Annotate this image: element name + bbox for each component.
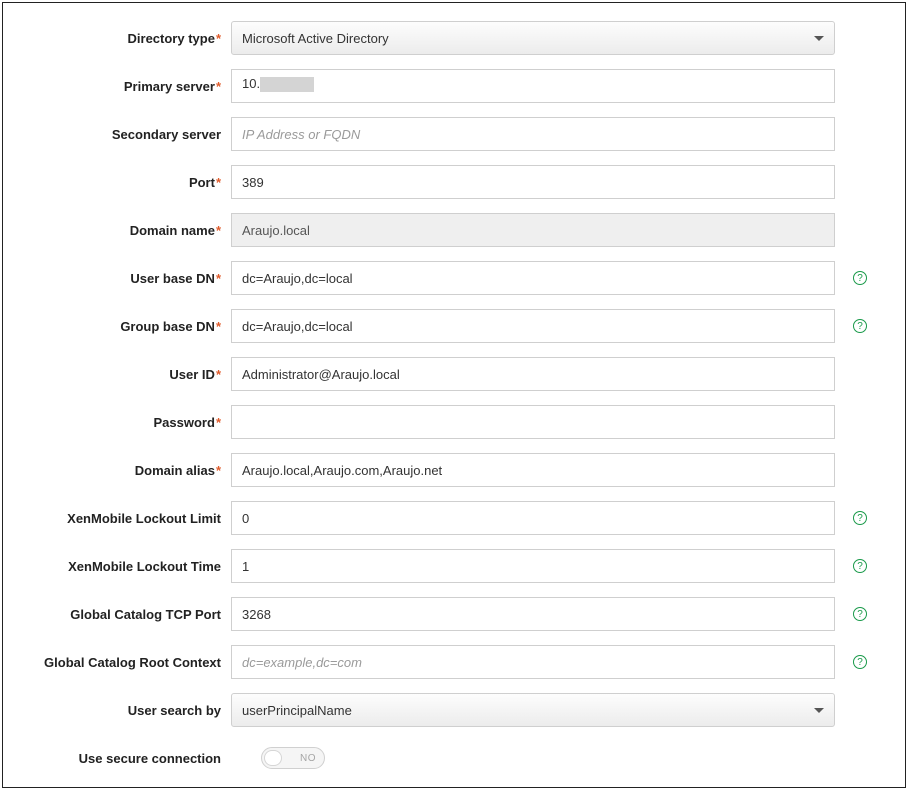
label-user-base-dn: User base DN* [23, 271, 231, 286]
help-icon[interactable]: ? [853, 271, 867, 285]
primary-server-prefix: 10. [242, 76, 260, 91]
label-text: Secondary server [112, 127, 221, 142]
use-secure-toggle[interactable]: NO [261, 747, 325, 769]
label-text: User ID [169, 367, 215, 382]
row-lockout-time: XenMobile Lockout Time ? [23, 549, 885, 583]
required-marker: * [216, 271, 221, 286]
toggle-knob [264, 750, 282, 766]
required-marker: * [216, 79, 221, 94]
ldap-settings-form: Directory type* Microsoft Active Directo… [2, 2, 906, 788]
label-gc-root-context: Global Catalog Root Context [23, 655, 231, 670]
port-input[interactable] [231, 165, 835, 199]
domain-alias-input[interactable] [231, 453, 835, 487]
label-user-search-by: User search by [23, 703, 231, 718]
row-password: Password* [23, 405, 885, 439]
row-secondary-server: Secondary server [23, 117, 885, 151]
label-directory-type: Directory type* [23, 31, 231, 46]
row-user-search-by: User search by userPrincipalName [23, 693, 885, 727]
chevron-down-icon [814, 36, 824, 41]
help-icon[interactable]: ? [853, 559, 867, 573]
label-text: Primary server [124, 79, 215, 94]
row-lockout-limit: XenMobile Lockout Limit ? [23, 501, 885, 535]
required-marker: * [216, 367, 221, 382]
label-domain-alias: Domain alias* [23, 463, 231, 478]
help-icon[interactable]: ? [853, 607, 867, 621]
label-primary-server: Primary server* [23, 79, 231, 94]
required-marker: * [216, 319, 221, 334]
required-marker: * [216, 223, 221, 238]
label-text: User base DN [130, 271, 215, 286]
required-marker: * [216, 31, 221, 46]
label-text: Directory type [128, 31, 215, 46]
label-text: Domain name [130, 223, 215, 238]
label-secondary-server: Secondary server [23, 127, 231, 142]
password-input[interactable] [231, 405, 835, 439]
lockout-limit-input[interactable] [231, 501, 835, 535]
select-value: userPrincipalName [242, 703, 352, 718]
label-text: Port [189, 175, 215, 190]
label-text: Global Catalog TCP Port [70, 607, 221, 622]
directory-type-select[interactable]: Microsoft Active Directory [231, 21, 835, 55]
row-domain-name: Domain name* [23, 213, 885, 247]
row-port: Port* [23, 165, 885, 199]
label-password: Password* [23, 415, 231, 430]
group-base-dn-input[interactable] [231, 309, 835, 343]
row-directory-type: Directory type* Microsoft Active Directo… [23, 21, 885, 55]
required-marker: * [216, 175, 221, 190]
label-text: Domain alias [135, 463, 215, 478]
label-text: Group base DN [120, 319, 215, 334]
row-gc-tcp-port: Global Catalog TCP Port ? [23, 597, 885, 631]
chevron-down-icon [814, 708, 824, 713]
required-marker: * [216, 415, 221, 430]
label-text: XenMobile Lockout Limit [67, 511, 221, 526]
user-search-by-select[interactable]: userPrincipalName [231, 693, 835, 727]
help-icon[interactable]: ? [853, 319, 867, 333]
row-use-secure: Use secure connection NO [23, 741, 885, 775]
label-use-secure: Use secure connection [23, 751, 231, 766]
row-user-base-dn: User base DN* ? [23, 261, 885, 295]
label-port: Port* [23, 175, 231, 190]
label-text: Password [154, 415, 215, 430]
label-user-id: User ID* [23, 367, 231, 382]
secondary-server-input[interactable] [231, 117, 835, 151]
row-gc-root-context: Global Catalog Root Context ? [23, 645, 885, 679]
label-group-base-dn: Group base DN* [23, 319, 231, 334]
lockout-time-input[interactable] [231, 549, 835, 583]
label-text: Use secure connection [79, 751, 221, 766]
label-domain-name: Domain name* [23, 223, 231, 238]
user-base-dn-input[interactable] [231, 261, 835, 295]
help-icon[interactable]: ? [853, 511, 867, 525]
row-primary-server: Primary server* 10. [23, 69, 885, 103]
row-domain-alias: Domain alias* [23, 453, 885, 487]
redacted-block [260, 77, 314, 92]
select-value: Microsoft Active Directory [242, 31, 389, 46]
label-gc-tcp-port: Global Catalog TCP Port [23, 607, 231, 622]
label-text: User search by [128, 703, 221, 718]
label-lockout-time: XenMobile Lockout Time [23, 559, 231, 574]
gc-root-context-input[interactable] [231, 645, 835, 679]
primary-server-input[interactable]: 10. [231, 69, 835, 103]
user-id-input[interactable] [231, 357, 835, 391]
row-group-base-dn: Group base DN* ? [23, 309, 885, 343]
row-user-id: User ID* [23, 357, 885, 391]
help-icon[interactable]: ? [853, 655, 867, 669]
required-marker: * [216, 463, 221, 478]
domain-name-input [231, 213, 835, 247]
toggle-label: NO [300, 753, 316, 764]
label-text: Global Catalog Root Context [44, 655, 221, 670]
label-lockout-limit: XenMobile Lockout Limit [23, 511, 231, 526]
gc-tcp-port-input[interactable] [231, 597, 835, 631]
label-text: XenMobile Lockout Time [68, 559, 221, 574]
